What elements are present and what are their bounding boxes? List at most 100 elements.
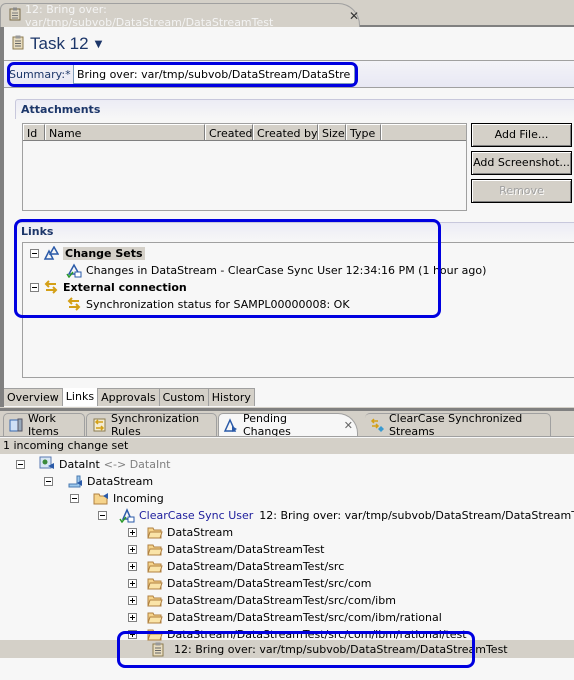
stream-icon	[67, 473, 83, 489]
tree-item-folder[interactable]: DataStream/DataStreamTest/src/com/ibm	[128, 592, 396, 608]
tree-item-external-connection[interactable]: External connection	[30, 279, 187, 295]
tree-item-label: DataStream/DataStreamTest/src	[167, 559, 345, 573]
column-created[interactable]: Created	[205, 124, 253, 140]
folder-icon	[147, 592, 163, 608]
tab-approvals[interactable]: Approvals	[98, 388, 160, 406]
sync-arrows-icon	[66, 296, 82, 312]
tab-synchronization-rules[interactable]: Synchronization Rules	[86, 412, 217, 438]
tab-label: Pending Changes	[243, 412, 291, 438]
tree-item-label: DataStream	[87, 474, 154, 488]
tree-item-folder[interactable]: DataStream/DataStreamTest/src/com/ibm/ra…	[128, 626, 467, 642]
task-header: Task 12 ▼	[12, 33, 102, 55]
tree-item-folder[interactable]: DataStream/DataStreamTest	[128, 541, 325, 557]
summary-input[interactable]	[73, 64, 355, 84]
collapse-toggle[interactable]	[70, 493, 79, 503]
close-icon[interactable]: ✕	[344, 419, 353, 432]
close-icon[interactable]: ✕	[349, 9, 359, 23]
repository-workspace-icon	[39, 456, 55, 472]
tree-item-label: External connection	[63, 280, 187, 294]
tree-item-changes-in-datastream[interactable]: Changes in DataStream - ClearCase Sync U…	[66, 262, 486, 278]
tree-item-folder[interactable]: DataStream/DataStreamTest/src/com/ibm/ra…	[128, 609, 442, 625]
tab-pending-changes[interactable]: Pending Changes ✕	[218, 412, 358, 438]
column-filler	[381, 124, 466, 140]
tree-item-label: Change Sets	[63, 246, 145, 260]
tree-item-label: Incoming	[113, 491, 164, 505]
editor-page-tabs: Overview Links Approvals Custom History	[4, 388, 255, 406]
summary-label: Summary:*	[9, 68, 71, 81]
tab-history[interactable]: History	[208, 388, 255, 406]
expand-toggle[interactable]	[128, 629, 137, 639]
links-title: Links	[21, 225, 54, 238]
tree-item-label: DataStream/DataStreamTest/src/com/ibm/ra…	[167, 610, 442, 624]
expand-toggle[interactable]	[128, 595, 137, 605]
work-items-icon	[8, 417, 24, 433]
folder-icon	[147, 541, 163, 557]
attachments-table[interactable]: Id Name Created Created by Size Type	[22, 123, 467, 211]
expand-toggle[interactable]	[128, 578, 137, 588]
incoming-folder-icon	[93, 490, 109, 506]
add-file-button[interactable]: Add File...	[471, 123, 572, 147]
column-created-by[interactable]: Created by	[253, 124, 318, 140]
expand-toggle[interactable]	[128, 544, 137, 554]
links-section-header[interactable]	[15, 222, 574, 242]
folder-icon	[147, 524, 163, 540]
folder-icon	[147, 609, 163, 625]
tab-work-items[interactable]: Work Items	[3, 412, 85, 438]
remove-button[interactable]: Remove	[471, 179, 572, 203]
tree-item-change-sets[interactable]: Change Sets	[30, 245, 145, 261]
column-id[interactable]: Id	[23, 124, 45, 140]
change-set-comment: 12: Bring over: var/tmp/subvob/DataStrea…	[259, 508, 574, 522]
task-icon	[9, 7, 21, 24]
status-summary: 1 incoming change set	[0, 438, 574, 454]
tab-custom[interactable]: Custom	[159, 388, 209, 406]
change-set-icon	[66, 262, 82, 278]
expand-toggle[interactable]	[128, 561, 137, 571]
page-title: Task 12	[30, 34, 89, 53]
task-icon	[12, 35, 24, 53]
editor-tab[interactable]: 12: Bring over: var/tmp/subvob/DataStrea…	[0, 2, 360, 29]
attachments-table-header: Id Name Created Created by Size Type	[23, 124, 466, 141]
tree-item-label: DataStream	[167, 525, 234, 539]
tab-label: ClearCase Synchronized Streams	[389, 412, 523, 438]
collapse-toggle[interactable]	[16, 459, 25, 469]
expand-toggle[interactable]	[128, 527, 137, 537]
tree-item-sync-status[interactable]: Synchronization status for SAMPL00000008…	[66, 296, 350, 312]
collapse-toggle[interactable]	[98, 510, 107, 520]
add-screenshot-button[interactable]: Add Screenshot...	[471, 151, 572, 175]
collapse-toggle[interactable]	[30, 282, 39, 292]
tree-item-work-item[interactable]: 12: Bring over: var/tmp/subvob/DataStrea…	[150, 641, 508, 657]
tree-item-incoming[interactable]: Incoming	[70, 490, 164, 506]
tree-item-repository[interactable]: DataInt <-> DataInt	[16, 456, 171, 472]
tree-item-label: DataStream/DataStreamTest/src/com	[167, 576, 372, 590]
folder-icon	[147, 558, 163, 574]
chevron-down-icon[interactable]: ▼	[95, 39, 103, 50]
tree-item-stream[interactable]: DataStream	[44, 473, 153, 489]
tree-item-label: DataInt	[59, 457, 100, 471]
expand-toggle[interactable]	[128, 612, 137, 622]
tab-links[interactable]: Links	[62, 388, 99, 406]
change-set-author[interactable]: ClearCase Sync User	[139, 509, 253, 522]
tree-item-change-set[interactable]: ClearCase Sync User 12: Bring over: var/…	[98, 507, 574, 523]
tree-item-folder[interactable]: DataStream/DataStreamTest/src	[128, 558, 344, 574]
tab-label: Synchronization Rules	[111, 412, 200, 438]
tree-item-suffix: <-> DataInt	[103, 457, 171, 471]
tab-clearcase-synchronized-streams[interactable]: ClearCase Synchronized Streams	[365, 412, 551, 438]
column-size[interactable]: Size	[318, 124, 346, 140]
tree-item-folder[interactable]: DataStream/DataStreamTest/src/com	[128, 575, 371, 591]
collapse-toggle[interactable]	[30, 248, 39, 258]
tree-item-label: Changes in DataStream - ClearCase Sync U…	[86, 263, 487, 277]
task-icon	[150, 641, 166, 657]
folder-icon	[147, 626, 163, 642]
tab-overview[interactable]: Overview	[4, 388, 63, 406]
sync-arrows-icon	[43, 279, 59, 295]
attachments-title: Attachments	[21, 103, 101, 116]
column-name[interactable]: Name	[45, 124, 205, 140]
pending-changes-icon	[223, 417, 239, 433]
editor-tab-title: 12: Bring over: var/tmp/subvob/DataStrea…	[25, 2, 274, 29]
column-type[interactable]: Type	[346, 124, 381, 140]
tree-item-label: Synchronization status for SAMPL00000008…	[86, 297, 350, 311]
tree-item-folder[interactable]: DataStream	[128, 524, 233, 540]
tree-item-label: DataStream/DataStreamTest/src/com/ibm	[167, 593, 396, 607]
collapse-toggle[interactable]	[44, 476, 53, 486]
change-set-icon	[119, 507, 135, 523]
